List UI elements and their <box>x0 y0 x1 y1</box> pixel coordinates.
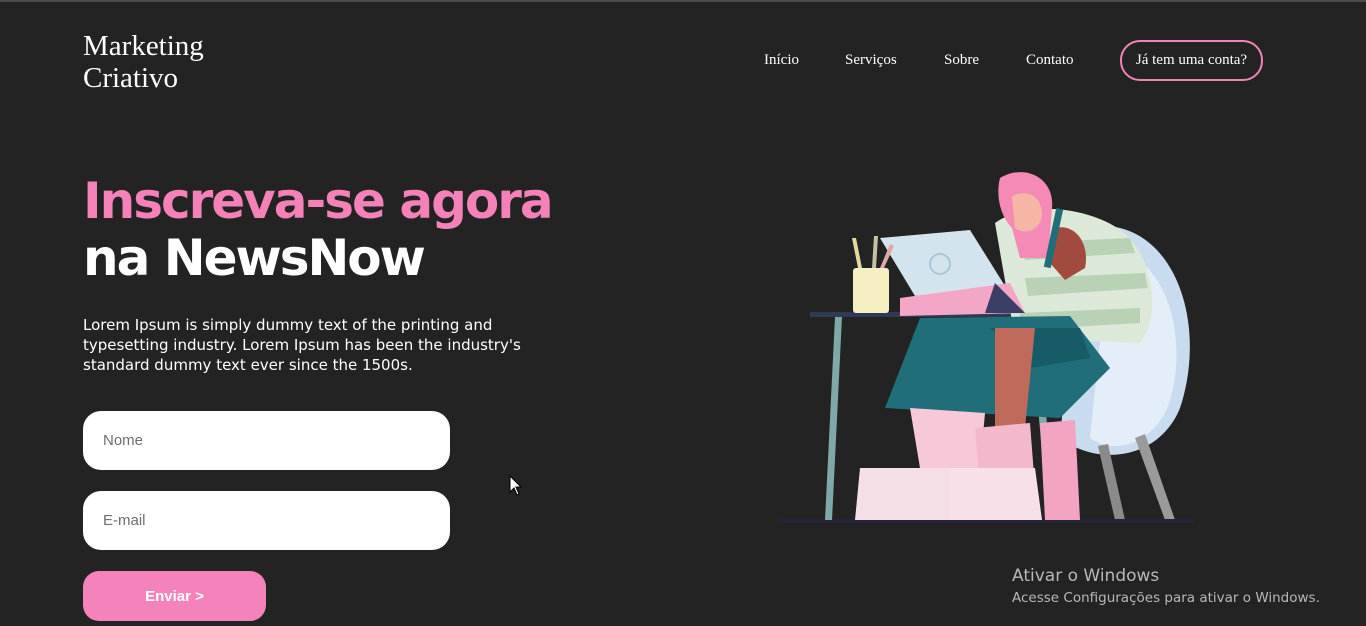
nav-link-inicio[interactable]: Início <box>764 52 799 69</box>
windows-activation-watermark: Ativar o Windows Acesse Configurações pa… <box>1012 565 1320 608</box>
email-input[interactable] <box>83 491 450 550</box>
nav-link-contato[interactable]: Contato <box>1026 52 1074 69</box>
hero-description: Lorem Ipsum is simply dummy text of the … <box>83 316 521 374</box>
login-button[interactable]: Já tem uma conta? <box>1120 40 1263 81</box>
watermark-title: Ativar o Windows <box>1012 566 1160 586</box>
mouse-cursor-icon <box>509 475 523 496</box>
top-divider <box>0 0 1366 2</box>
name-input[interactable] <box>83 411 450 470</box>
main-nav: Início Serviços Sobre Contato Já tem uma… <box>0 40 1366 82</box>
watermark-subtitle: Acesse Configurações para ativar o Windo… <box>1012 590 1320 606</box>
hero-title-line-1: Inscreva-se agora <box>83 172 554 230</box>
nav-link-sobre[interactable]: Sobre <box>944 52 979 69</box>
nav-link-servicos[interactable]: Serviços <box>845 52 897 69</box>
hero-title: Inscreva-se agora na NewsNow <box>83 173 703 287</box>
hero-title-line-2: na NewsNow <box>83 229 426 287</box>
woman-at-laptop-illustration <box>780 172 1195 523</box>
submit-button[interactable]: Enviar > <box>83 571 266 621</box>
